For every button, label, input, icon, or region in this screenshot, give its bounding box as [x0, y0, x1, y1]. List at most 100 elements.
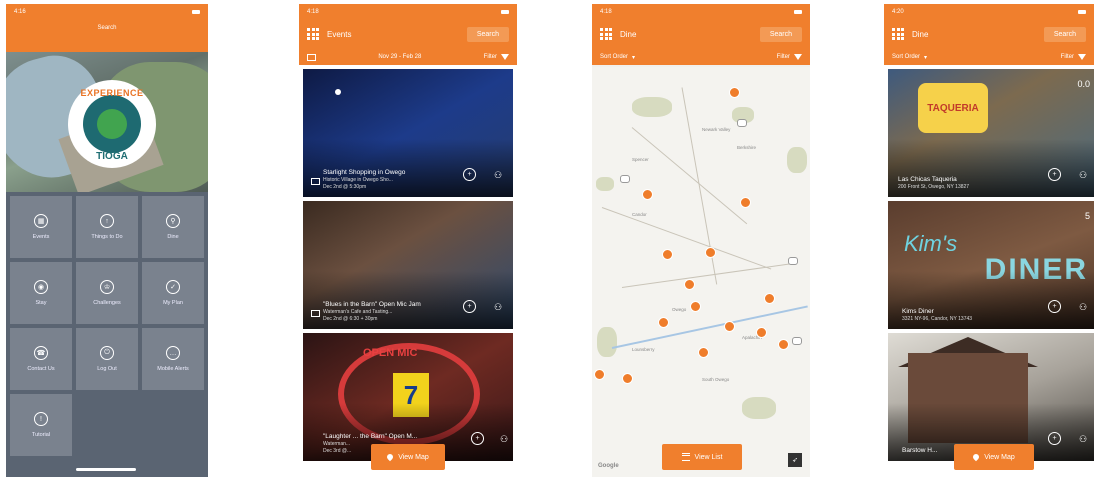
- add-to-plan-icon[interactable]: +: [463, 168, 476, 181]
- add-to-plan-icon[interactable]: +: [1048, 300, 1061, 313]
- map-marker[interactable]: [594, 369, 605, 380]
- map-pin-icon: [385, 452, 395, 462]
- restaurant-card[interactable]: TAQUERIA 0.0 Las Chicas Taqueria 200 Fro…: [888, 69, 1094, 197]
- event-venue: Historic Village in Owego Sho...: [323, 177, 393, 183]
- tile-stay[interactable]: ◉ Stay: [10, 262, 72, 324]
- map-marker[interactable]: [698, 347, 709, 358]
- tile-label: Dine: [167, 234, 179, 240]
- menu-grid-icon[interactable]: [600, 28, 612, 40]
- add-to-plan-icon[interactable]: +: [471, 432, 484, 445]
- menu-grid-icon[interactable]: [892, 28, 904, 40]
- status-icons: [794, 9, 802, 14]
- tile-contact-us[interactable]: ☎ Contact Us: [10, 328, 72, 390]
- menu-grid-icon[interactable]: [307, 28, 319, 40]
- chevron-down-icon: ▾: [632, 54, 636, 61]
- place-label: Berkshire: [737, 145, 757, 150]
- tile-log-out[interactable]: ⏻ Log Out: [76, 328, 138, 390]
- person-icon[interactable]: ⚇: [493, 301, 503, 313]
- event-venue: Waterman's Cafe and Tasting...: [323, 309, 393, 315]
- tile-label: Contact Us: [27, 366, 55, 372]
- my-location-icon[interactable]: ➶: [788, 453, 802, 467]
- person-icon[interactable]: ⚇: [1078, 301, 1088, 313]
- search-button[interactable]: Search: [466, 26, 509, 42]
- add-to-plan-icon[interactable]: +: [463, 300, 476, 313]
- calendar-icon: ▦: [34, 214, 48, 228]
- filter-button[interactable]: Filter: [1061, 54, 1086, 60]
- map-marker[interactable]: [705, 247, 716, 258]
- map-marker[interactable]: [764, 293, 775, 304]
- map-marker[interactable]: [724, 321, 735, 332]
- view-map-button[interactable]: View Map: [371, 444, 445, 470]
- moon-shape: [335, 89, 341, 95]
- person-icon[interactable]: ⚇: [499, 433, 509, 445]
- map-marker[interactable]: [642, 189, 653, 200]
- map-marker[interactable]: [684, 279, 695, 290]
- tile-my-plan[interactable]: ✓ My Plan: [142, 262, 204, 324]
- map-marker[interactable]: [740, 197, 751, 208]
- map-marker[interactable]: [778, 339, 789, 350]
- person-icon[interactable]: ⚇: [1078, 169, 1088, 181]
- person-icon[interactable]: ⚇: [493, 169, 503, 181]
- view-map-button[interactable]: View Map: [954, 444, 1034, 470]
- restaurant-card[interactable]: Kim's DINER 5 Kims Diner 3321 NY-96, Can…: [888, 201, 1094, 329]
- map-marker[interactable]: [622, 373, 633, 384]
- view-list-button[interactable]: View List: [662, 444, 742, 470]
- event-title: Starlight Shopping in Owego: [323, 169, 406, 176]
- map-marker[interactable]: [658, 317, 669, 328]
- map-terrain: [632, 97, 672, 117]
- tile-mobile-alerts[interactable]: … Mobile Alerts: [142, 328, 204, 390]
- filter-icon: [794, 54, 802, 60]
- events-screen: 4:18 Events Search Nov 29 - Feb 28 Filte…: [299, 4, 517, 477]
- add-to-plan-icon[interactable]: +: [1048, 168, 1061, 181]
- date-range[interactable]: Nov 29 - Feb 28: [378, 54, 421, 60]
- sort-order-dropdown[interactable]: Sort Order ▾: [892, 54, 927, 61]
- restaurant-card[interactable]: Barstow H... + ⚇: [888, 333, 1094, 461]
- place-label: Lounsberry: [632, 347, 655, 352]
- person-icon[interactable]: ⚇: [1078, 433, 1088, 445]
- search-link[interactable]: Search: [6, 25, 208, 31]
- add-to-plan-icon[interactable]: +: [1048, 432, 1061, 445]
- app-header: Dine Search: [592, 19, 810, 49]
- map-marker[interactable]: [690, 301, 701, 312]
- tile-events[interactable]: ▦ Events: [10, 196, 72, 258]
- map-marker[interactable]: [729, 87, 740, 98]
- sort-order-dropdown[interactable]: Sort Order ▾: [600, 54, 635, 61]
- map-view[interactable]: Candor Owego Apalachin Lounsberry South …: [592, 67, 810, 477]
- event-title: "Laughter ... the Barn" Open M...: [323, 433, 418, 440]
- search-button[interactable]: Search: [1043, 26, 1086, 42]
- map-terrain: [787, 147, 807, 173]
- experience-tioga-logo: EXPERIENCE TIOGA: [68, 80, 156, 168]
- event-card[interactable]: "Blues in the Barn" Open Mic Jam Waterma…: [303, 201, 513, 329]
- taqueria-sign: TAQUERIA: [918, 83, 988, 133]
- tile-challenges[interactable]: ♔ Challenges: [76, 262, 138, 324]
- calendar-icon: [311, 178, 320, 185]
- status-time: 4:18: [600, 8, 612, 15]
- filter-label: Filter: [1060, 54, 1074, 60]
- compass-icon: ↑: [100, 214, 114, 228]
- status-icons: [1078, 9, 1086, 14]
- map-marker[interactable]: [662, 249, 673, 260]
- restaurant-name: Las Chicas Taqueria: [898, 176, 957, 183]
- tile-things-to-do[interactable]: ↑ Things to Do: [76, 196, 138, 258]
- app-header: Dine Search: [884, 19, 1094, 49]
- search-button[interactable]: Search: [759, 26, 802, 42]
- filter-button[interactable]: Filter: [777, 54, 802, 60]
- restaurant-address: 3321 NY-96, Candor, NY 13743: [902, 316, 973, 322]
- filter-button[interactable]: Filter: [484, 54, 509, 60]
- filter-label: Filter: [776, 54, 790, 60]
- dine-list-screen: 4:20 Dine Search Sort Order ▾ Filter TAQU…: [884, 4, 1094, 477]
- map-road: [601, 207, 772, 270]
- event-list: Starlight Shopping in Owego Historic Vil…: [299, 65, 517, 461]
- map-road: [631, 127, 748, 225]
- map-marker[interactable]: [756, 327, 767, 338]
- event-card[interactable]: Starlight Shopping in Owego Historic Vil…: [303, 69, 513, 197]
- page-title: Dine: [912, 29, 929, 39]
- restaurant-info: Las Chicas Taqueria 200 Front St, Owego,…: [898, 176, 1018, 191]
- tile-dine[interactable]: ⚲ Dine: [142, 196, 204, 258]
- chat-icon: …: [166, 346, 180, 360]
- event-card[interactable]: OPEN MIC 7 "Laughter ... the Barn" Open …: [303, 333, 513, 461]
- tile-tutorial[interactable]: ! Tutorial: [10, 394, 72, 456]
- calendar-icon: [307, 53, 316, 61]
- filter-icon: [1078, 54, 1086, 60]
- calendar-toggle[interactable]: [307, 53, 316, 61]
